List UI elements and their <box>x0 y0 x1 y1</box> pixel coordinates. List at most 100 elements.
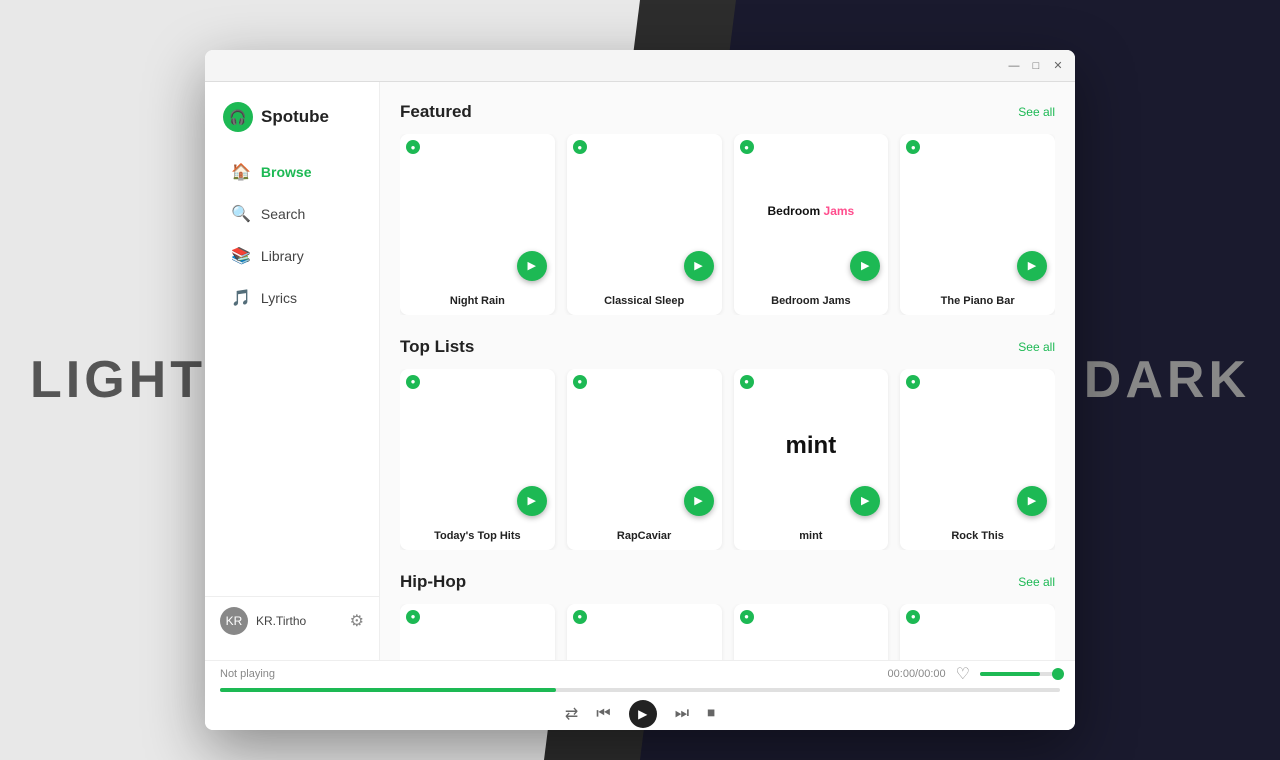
spotify-dot: ● <box>406 140 420 154</box>
beast-img: ● Beast ModeHip Hop <box>567 604 722 661</box>
section-hip-hop: Hip-Hop See all ● BanglaHip Hop Central … <box>400 572 1055 661</box>
card-rapcaviar[interactable]: ● RapCaviar ▶ RapCaviar <box>567 369 722 550</box>
spotify-dot-6: ● <box>573 375 587 389</box>
spotify-dot-2: ● <box>573 140 587 154</box>
spotify-dot-9: ● <box>406 610 420 624</box>
card-beast-mode[interactable]: ● Beast ModeHip Hop ▶ Beast Mode Hip-Hop <box>567 604 722 661</box>
player-bar: Not playing 00:00/00:00 ♡ ⇄ ⏮ ▶ ⏭ ⏹ <box>205 660 1075 730</box>
search-icon: 🔍 <box>231 204 251 224</box>
sidebar-item-search[interactable]: 🔍 Search <box>213 194 371 234</box>
spotify-dot-7: ● <box>740 375 754 389</box>
toplists-header: Top Lists See all <box>400 337 1055 357</box>
bangla-img: ● BanglaHip Hop Central <box>400 604 555 661</box>
sidebar-item-browse[interactable]: 🏠 Browse <box>213 152 371 192</box>
tth-play[interactable]: ▶ <box>517 486 547 516</box>
rock-play[interactable]: ▶ <box>1017 486 1047 516</box>
play-button[interactable]: ▶ <box>629 700 657 728</box>
featured-title: Featured <box>400 102 472 122</box>
tear-img: ● tear drop <box>900 604 1055 661</box>
bedroom-img-wrap: ● Bedroom Jams ▶ <box>734 134 889 289</box>
minimize-button[interactable]: — <box>1007 59 1021 73</box>
home-icon: 🏠 <box>231 162 251 182</box>
progress-bar[interactable] <box>220 688 1060 692</box>
piano-play[interactable]: ▶ <box>1017 251 1047 281</box>
username: KR.Tirtho <box>256 614 306 628</box>
library-label: Library <box>261 248 304 264</box>
classical-play[interactable]: ▶ <box>684 251 714 281</box>
spotify-dot-4: ● <box>906 140 920 154</box>
card-feelin-myself[interactable]: ● Feelin'Myself ▶ Feelin' Myself <box>734 604 889 661</box>
card-bangla[interactable]: ● BanglaHip Hop Central ▶ Bangla Hip Hop… <box>400 604 555 661</box>
rapcaviar-play[interactable]: ▶ <box>684 486 714 516</box>
card-classical-sleep[interactable]: ● ClassicalSleep ▶ Classical Sleep <box>567 134 722 315</box>
rock-img-wrap: ● Rock This ▶ <box>900 369 1055 524</box>
bedroom-title: Bedroom Jams <box>734 289 889 315</box>
bangla-img-wrap: ● BanglaHip Hop Central ▶ <box>400 604 555 661</box>
app-window: — □ ✕ 🎧 Spotube 🏠 Browse 🔍 Search 📚 <box>205 50 1075 730</box>
beast-img-wrap: ● Beast ModeHip Hop ▶ <box>567 604 722 661</box>
night-rain-title: Night Rain <box>400 289 555 315</box>
maximize-button[interactable]: □ <box>1029 59 1043 73</box>
logo-icon: 🎧 <box>223 102 253 132</box>
card-piano-bar[interactable]: ● The Piano Bar ▶ The Piano Bar <box>900 134 1055 315</box>
card-mint[interactable]: ● mint ▶ mint <box>734 369 889 550</box>
volume-bar[interactable] <box>980 672 1060 676</box>
bedroom-play[interactable]: ▶ <box>850 251 880 281</box>
progress-fill <box>220 688 556 692</box>
user-info[interactable]: KR KR.Tirtho <box>220 607 306 635</box>
library-icon: 📚 <box>231 246 251 266</box>
lyrics-label: Lyrics <box>261 290 297 306</box>
hiphop-title: Hip-Hop <box>400 572 466 592</box>
heart-icon[interactable]: ♡ <box>956 664 970 684</box>
sidebar-item-library[interactable]: 📚 Library <box>213 236 371 276</box>
spotify-dot-12: ● <box>906 610 920 624</box>
settings-icon[interactable]: ⚙ <box>350 611 364 631</box>
hiphop-see-all[interactable]: See all <box>1018 575 1055 589</box>
section-featured: Featured See all ● Night Rain ▶ Night Ra… <box>400 102 1055 315</box>
shuffle-button[interactable]: ⇄ <box>565 704 578 724</box>
volume-fill <box>980 672 1040 676</box>
close-button[interactable]: ✕ <box>1051 59 1065 73</box>
card-tth[interactable]: ● TODAY'STOPHITS ▶ Today's Top Hits <box>400 369 555 550</box>
spotify-dot-3: ● <box>740 140 754 154</box>
sidebar-logo: 🎧 Spotube <box>205 97 379 152</box>
mint-title: mint <box>734 524 889 550</box>
classical-img-wrap: ● ClassicalSleep ▶ <box>567 134 722 289</box>
spotify-dot-11: ● <box>740 610 754 624</box>
time-display: 00:00/00:00 <box>888 668 946 680</box>
prev-button[interactable]: ⏮ <box>596 705 610 723</box>
logo-text: Spotube <box>261 107 329 127</box>
sidebar-footer: KR KR.Tirtho ⚙ <box>205 596 379 645</box>
not-playing-label: Not playing <box>220 668 275 680</box>
mint-img-wrap: ● mint ▶ <box>734 369 889 524</box>
title-bar: — □ ✕ <box>205 50 1075 82</box>
stop-button[interactable]: ⏹ <box>707 705 715 723</box>
feelin-img: ● Feelin'Myself <box>734 604 889 661</box>
sidebar: 🎧 Spotube 🏠 Browse 🔍 Search 📚 Library 🎵 <box>205 82 380 660</box>
next-button[interactable]: ⏭ <box>675 705 689 723</box>
card-rock-this[interactable]: ● Rock This ▶ Rock This <box>900 369 1055 550</box>
section-top-lists: Top Lists See all ● TODAY'STOPHITS ▶ Tod… <box>400 337 1055 550</box>
mint-play[interactable]: ▶ <box>850 486 880 516</box>
light-label: LIGHT <box>30 350 206 410</box>
sidebar-nav: 🏠 Browse 🔍 Search 📚 Library 🎵 Lyrics <box>205 152 379 596</box>
featured-header: Featured See all <box>400 102 1055 122</box>
card-tear-drop[interactable]: ● tear drop ▶ tear drop <box>900 604 1055 661</box>
toplists-see-all[interactable]: See all <box>1018 340 1055 354</box>
lyrics-icon: 🎵 <box>231 288 251 308</box>
featured-cards: ● Night Rain ▶ Night Rain ● ClassicalSle… <box>400 134 1055 315</box>
dark-label: DARK <box>1084 350 1250 410</box>
search-label: Search <box>261 206 305 222</box>
hiphop-header: Hip-Hop See all <box>400 572 1055 592</box>
spotify-dot-5: ● <box>406 375 420 389</box>
spotify-dot-10: ● <box>573 610 587 624</box>
card-bedroom-jams[interactable]: ● Bedroom Jams ▶ Bedroom Jams <box>734 134 889 315</box>
volume-track <box>980 672 1060 676</box>
card-night-rain[interactable]: ● Night Rain ▶ Night Rain <box>400 134 555 315</box>
tear-img-wrap: ● tear drop ▶ <box>900 604 1055 661</box>
player-top: Not playing 00:00/00:00 ♡ <box>220 664 1060 684</box>
sidebar-item-lyrics[interactable]: 🎵 Lyrics <box>213 278 371 318</box>
night-rain-play[interactable]: ▶ <box>517 251 547 281</box>
spotify-dot-8: ● <box>906 375 920 389</box>
featured-see-all[interactable]: See all <box>1018 105 1055 119</box>
